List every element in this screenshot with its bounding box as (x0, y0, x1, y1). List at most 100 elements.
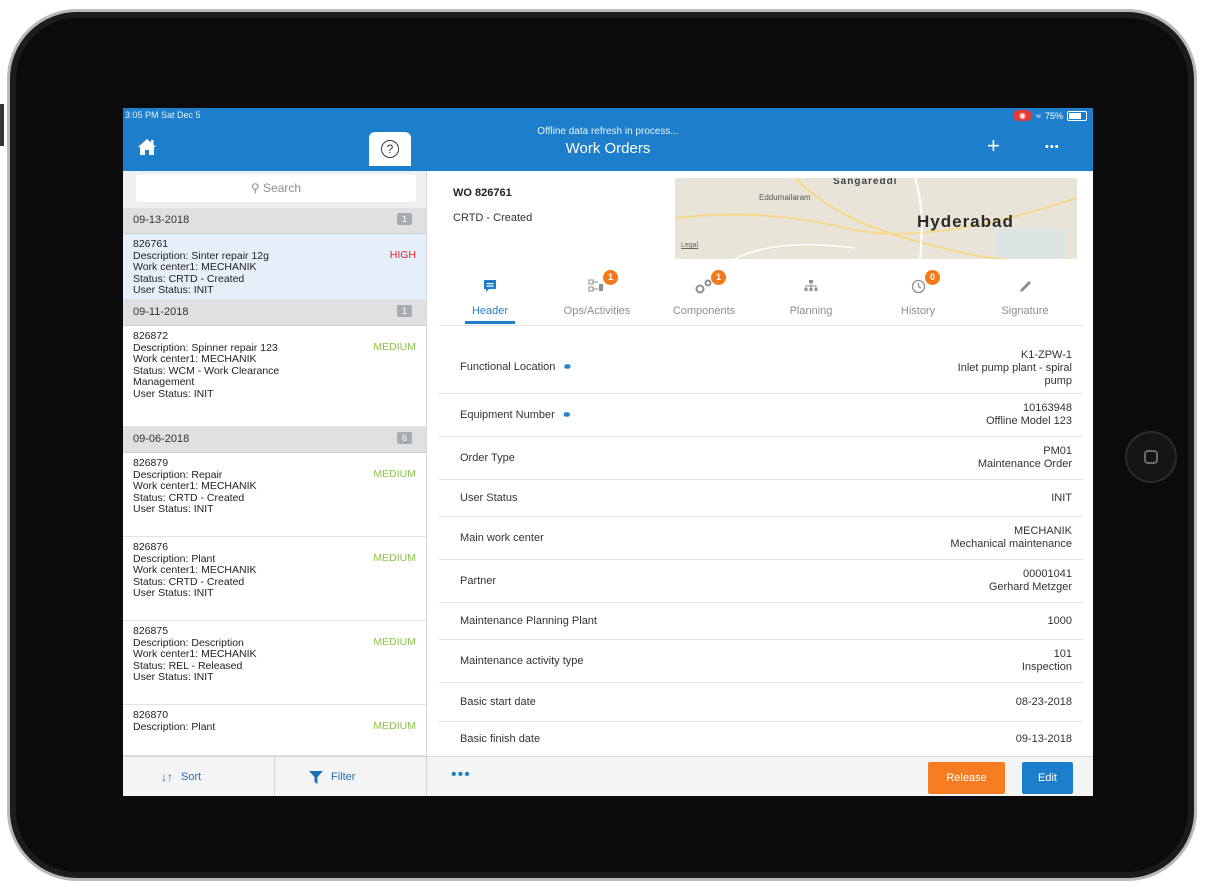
list-item[interactable]: 826875 Description: Description Work cen… (123, 621, 426, 705)
filter-button[interactable]: Filter (309, 757, 355, 796)
list-item[interactable]: 826872 Description: Spinner repair 123 W… (123, 326, 426, 427)
offline-refresh-status: Offline data refresh in process... (537, 126, 679, 137)
filter-label: Filter (331, 771, 356, 783)
link-icon[interactable]: ⚭ (562, 408, 572, 422)
toolbar-divider (274, 757, 275, 796)
link-icon[interactable]: ⚭ (562, 360, 572, 374)
ops-count-badge: 1 (603, 270, 618, 285)
order-number: 826761 (133, 238, 169, 250)
pencil-icon (974, 279, 1076, 297)
chat-icon (439, 279, 541, 297)
sort-button[interactable]: ↓↑ Sort (161, 757, 201, 796)
field-label-wrap: Maintenance activity type (460, 655, 584, 667)
priority-label: HIGH (389, 249, 416, 261)
field-value: 10163948 Offline Model 123 (986, 402, 1072, 428)
date-group-header: 09-11-2018 1 (123, 300, 426, 326)
field-value-line: pump (1044, 375, 1072, 387)
order-user-status: User Status: INIT (133, 671, 214, 683)
ipad-home-button[interactable] (1125, 431, 1177, 483)
status-indicators: ◉ ≈ 75% (1013, 110, 1087, 121)
field-row-equipment-number: Equipment Number ⚭ 10163948 Offline Mode… (439, 394, 1083, 437)
group-count-badge: 1 (396, 213, 412, 225)
tab-label: Components (672, 305, 736, 317)
date-group-header: 09-06-2018 6 (123, 427, 426, 453)
components-count-badge: 1 (711, 270, 726, 285)
field-label: Maintenance Planning Plant (460, 615, 597, 627)
field-value-line: Maintenance Order (977, 458, 1072, 470)
tab-label: Header (471, 305, 509, 317)
field-label-wrap: Basic start date (460, 696, 536, 708)
tab-ops-activities[interactable]: 1 Ops/Activities (546, 263, 648, 325)
field-label: Order Type (460, 452, 515, 464)
filter-icon (309, 770, 323, 784)
field-value-line: MECHANIK (1013, 525, 1072, 537)
field-row-basic-start-date: Basic start date 08-23-2018 (439, 683, 1083, 722)
tab-label: Ops/Activities (563, 305, 631, 317)
field-value: K1-ZPW-1 Inlet pump plant - spiral pump (958, 349, 1072, 388)
field-label: Functional Location (460, 361, 556, 373)
field-value-line: 00001041 (1023, 568, 1072, 580)
map-legal-link[interactable]: Legal (681, 242, 698, 249)
tab-components[interactable]: 1 Components (653, 263, 755, 325)
field-label-wrap: Maintenance Planning Plant (460, 615, 597, 627)
navigation-bar: 3:05 PM Sat Dec 5 ◉ ≈ 75% ? Offline data… (123, 108, 1093, 171)
priority-label: MEDIUM (373, 468, 416, 480)
header-fields: Functional Location ⚭ K1-ZPW-1 Inlet pum… (439, 339, 1083, 758)
field-value-line: 10163948 (1023, 402, 1072, 414)
order-work-center: Work center1: MECHANIK (133, 564, 257, 576)
field-label-wrap: Basic finish date (460, 733, 540, 745)
order-user-status: User Status: INIT (133, 503, 214, 515)
tab-header[interactable]: Header (439, 263, 541, 325)
search-input[interactable]: ⚲ Search (136, 174, 416, 202)
wifi-icon: ≈ (1036, 110, 1041, 121)
list-item[interactable]: 826876 Description: Plant Work center1: … (123, 537, 426, 621)
field-value-line: Inspection (1021, 661, 1072, 673)
work-order-detail-pane: WO 826761 CRTD - Created Sangareddi Eddu… (427, 171, 1093, 796)
field-value: 101 Inspection (1022, 648, 1072, 674)
more-actions-icon[interactable]: ••• (451, 766, 471, 784)
field-label: Partner (460, 575, 497, 587)
field-value: 00001041 Gerhard Metzger (989, 568, 1072, 594)
tab-label: Signature (1001, 305, 1049, 317)
sort-icon: ↓↑ (161, 770, 173, 784)
work-order-status: CRTD - Created (453, 212, 533, 224)
field-label-wrap: Partner (460, 575, 496, 587)
field-label: Basic start date (460, 696, 536, 708)
order-work-center: Work center1: MECHANIK (133, 261, 257, 273)
edit-button[interactable]: Edit (1022, 762, 1073, 794)
search-icon: ⚲ (250, 181, 260, 195)
work-order-list-pane: ⚲ Search 09-13-2018 1 826761 Description… (123, 171, 427, 796)
list-item[interactable]: 826870 Description: Plant MEDIUM (123, 705, 426, 756)
order-work-center: Work center1: MECHANIK (133, 353, 257, 365)
field-value: PM01 Maintenance Order (978, 445, 1072, 471)
order-status: Status: WCM - Work Clearance Management (133, 364, 280, 388)
operations-icon (546, 279, 648, 297)
tab-planning[interactable]: Planning (760, 263, 862, 325)
release-button[interactable]: Release (928, 762, 1005, 794)
location-map[interactable]: Sangareddi Eddumailaram Hyderabad Legal (675, 178, 1077, 259)
priority-label: MEDIUM (373, 341, 416, 353)
gears-icon (653, 279, 755, 297)
map-city-label: Hyderabad (917, 212, 1014, 231)
app-screen: 3:05 PM Sat Dec 5 ◉ ≈ 75% ? Offline data… (123, 108, 1093, 796)
group-date: 09-11-2018 (133, 306, 189, 318)
active-tab-indicator (465, 321, 515, 324)
order-work-center: Work center1: MECHANIK (133, 648, 257, 660)
add-icon[interactable]: + (987, 135, 1000, 157)
field-value-line: Mechanical maintenance (950, 538, 1072, 550)
order-work-center: Work center1: MECHANIK (133, 480, 257, 492)
tab-label: Planning (789, 305, 833, 317)
list-item[interactable]: 826879 Description: Repair Work center1:… (123, 453, 426, 537)
field-label: Equipment Number (460, 409, 555, 421)
field-label-wrap: Order Type (460, 452, 515, 464)
more-options-icon[interactable]: ••• (1045, 141, 1060, 153)
sort-label: Sort (181, 771, 202, 783)
field-value-line: 08-23-2018 (1015, 696, 1072, 708)
group-date: 09-06-2018 (133, 433, 190, 445)
field-row-partner: Partner 00001041 Gerhard Metzger (439, 560, 1083, 603)
tab-history[interactable]: 0 History (867, 263, 969, 325)
tab-signature[interactable]: Signature (974, 263, 1076, 325)
list-item[interactable]: 826761 Description: Sinter repair 12g Wo… (123, 234, 426, 300)
field-row-main-work-center: Main work center MECHANIK Mechanical mai… (439, 517, 1083, 560)
field-value: 1000 (1048, 615, 1072, 628)
